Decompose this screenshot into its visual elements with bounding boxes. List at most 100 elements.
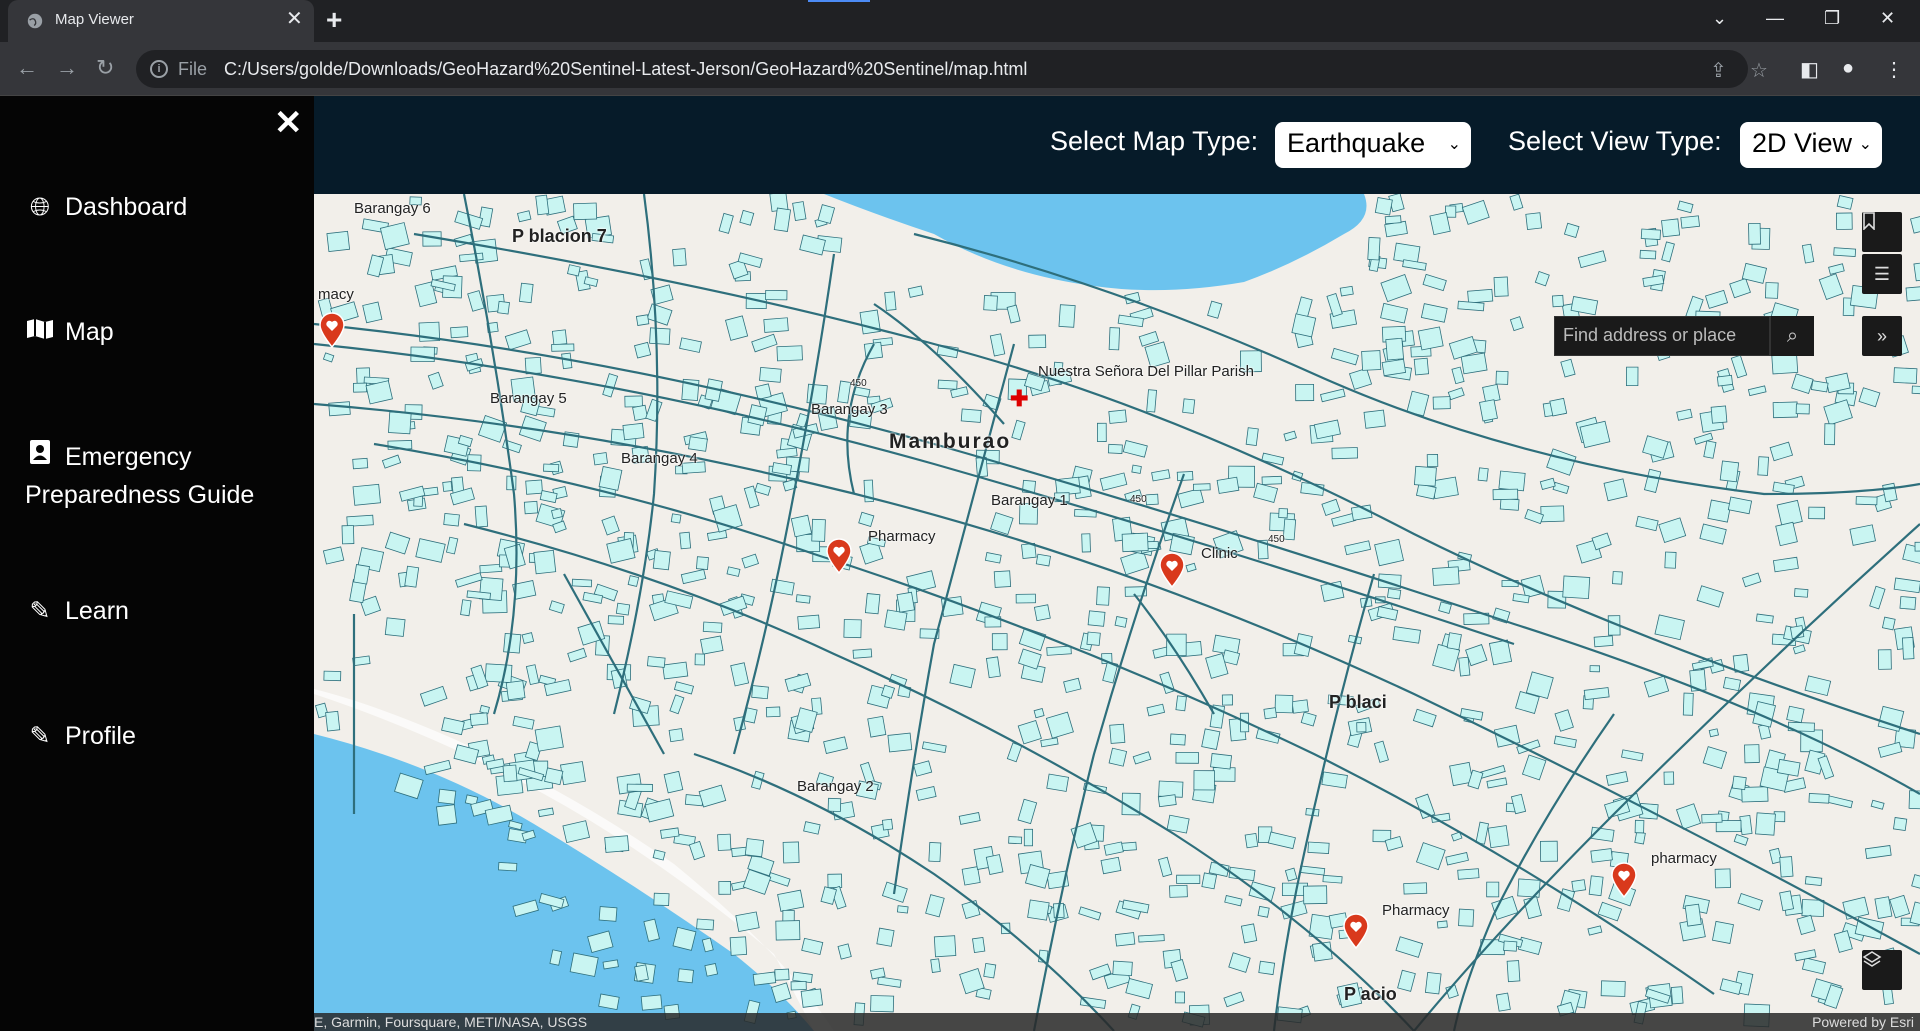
omnibox[interactable]: i File C:/Users/golde/Downloads/GeoHazar… bbox=[136, 50, 1768, 88]
building bbox=[823, 736, 848, 754]
sidebar-item-label: Dashboard bbox=[65, 193, 188, 221]
building bbox=[626, 783, 653, 792]
building bbox=[1018, 648, 1042, 670]
building bbox=[1244, 832, 1259, 849]
close-sidebar-icon[interactable]: ✕ bbox=[274, 106, 303, 140]
sidebar-item-label-line2[interactable]: Preparedness Guide bbox=[25, 476, 254, 514]
building bbox=[1793, 588, 1809, 598]
browser-tab-bar: Map Viewer ✕ + ⌄ — ❐ ✕ bbox=[0, 0, 1920, 42]
building bbox=[598, 466, 623, 491]
menu-kebab-icon[interactable]: ⋮ bbox=[1884, 57, 1904, 82]
building bbox=[876, 927, 895, 947]
building bbox=[884, 609, 908, 631]
building bbox=[1818, 273, 1844, 301]
info-icon[interactable]: i bbox=[150, 60, 168, 78]
building bbox=[884, 291, 897, 311]
pharmacy-pin-icon[interactable] bbox=[826, 538, 852, 574]
building bbox=[504, 329, 532, 351]
building bbox=[925, 894, 945, 918]
browser-tab[interactable]: Map Viewer ✕ bbox=[8, 0, 314, 42]
building bbox=[1842, 896, 1870, 920]
share-icon[interactable]: ⇪ bbox=[1710, 58, 1727, 83]
building bbox=[1356, 722, 1367, 733]
building bbox=[877, 976, 902, 988]
building bbox=[1826, 795, 1854, 809]
building bbox=[1429, 211, 1451, 236]
building bbox=[784, 672, 812, 692]
pharmacy-pin-icon[interactable] bbox=[319, 312, 345, 348]
map-view[interactable]: Barangay 6 P blacion 7 macy Barangay 5 B… bbox=[314, 194, 1920, 1031]
view-type-select[interactable]: 2D View ⌄ bbox=[1740, 122, 1882, 168]
building bbox=[1747, 385, 1767, 397]
sidebar-item-dashboard[interactable]: 🌐︎ Dashboard bbox=[25, 188, 187, 226]
search-icon[interactable]: ⌕ bbox=[1770, 316, 1814, 356]
forward-icon[interactable]: → bbox=[56, 56, 78, 80]
building bbox=[670, 513, 682, 524]
url-text[interactable]: C:/Users/golde/Downloads/GeoHazard%20Sen… bbox=[224, 59, 1027, 80]
clinic-pin-icon[interactable] bbox=[1159, 552, 1185, 588]
sidebar-item-emergency-guide[interactable]: Emergency bbox=[25, 438, 191, 476]
globe-icon: 🌐︎ bbox=[29, 193, 50, 221]
building bbox=[1733, 833, 1749, 846]
building bbox=[1387, 588, 1402, 600]
building bbox=[634, 341, 652, 359]
powered-by-esri[interactable]: Powered by Esri bbox=[1812, 1013, 1914, 1031]
building bbox=[1755, 613, 1774, 624]
sidebar-item-map[interactable]: Map bbox=[25, 313, 114, 351]
building bbox=[1192, 483, 1211, 491]
building bbox=[1775, 521, 1798, 547]
building bbox=[419, 685, 448, 707]
building bbox=[1392, 626, 1421, 644]
pharmacy-pin-icon[interactable] bbox=[1611, 862, 1637, 898]
church-icon[interactable]: ✚ bbox=[1010, 386, 1028, 412]
building bbox=[505, 680, 526, 701]
building bbox=[445, 536, 459, 555]
new-tab-icon[interactable]: + bbox=[326, 6, 342, 34]
building bbox=[573, 202, 598, 221]
bookmark-icon[interactable] bbox=[1862, 212, 1902, 252]
building bbox=[1078, 906, 1102, 921]
building bbox=[1563, 222, 1580, 239]
building bbox=[1663, 771, 1675, 785]
sidebar-item-label: Map bbox=[65, 318, 114, 346]
building bbox=[1011, 419, 1026, 441]
layers-icon[interactable] bbox=[1862, 950, 1902, 990]
building bbox=[1711, 920, 1734, 944]
side-panel-icon[interactable]: ◧ bbox=[1800, 57, 1819, 82]
restore-icon[interactable]: ❐ bbox=[1824, 8, 1840, 29]
building bbox=[1810, 380, 1829, 393]
list-icon[interactable]: ☰ bbox=[1862, 254, 1902, 294]
building bbox=[1035, 553, 1051, 567]
building bbox=[1539, 477, 1556, 491]
close-window-icon[interactable]: ✕ bbox=[1880, 8, 1895, 29]
building bbox=[896, 591, 915, 613]
close-tab-icon[interactable]: ✕ bbox=[286, 9, 303, 29]
building bbox=[627, 575, 640, 587]
building bbox=[1776, 499, 1803, 527]
building bbox=[958, 812, 981, 825]
file-label: File bbox=[178, 59, 208, 79]
building bbox=[790, 980, 807, 991]
building bbox=[1445, 851, 1469, 866]
minimize-icon[interactable]: — bbox=[1766, 8, 1784, 29]
pharmacy-pin-icon[interactable] bbox=[1343, 913, 1369, 949]
building bbox=[1525, 212, 1543, 230]
building bbox=[668, 728, 684, 743]
map-type-select[interactable]: Earthquake ⌄ bbox=[1275, 122, 1471, 168]
sidebar-item-learn[interactable]: ✎ Learn bbox=[25, 592, 129, 630]
road-shield: 450 bbox=[850, 378, 867, 389]
expand-double-chevron-icon[interactable]: » bbox=[1862, 316, 1902, 356]
building bbox=[859, 309, 881, 335]
building bbox=[1024, 864, 1051, 889]
profile-icon[interactable]: ● bbox=[1842, 57, 1854, 80]
sidebar-item-profile[interactable]: ✎ Profile bbox=[25, 717, 136, 755]
building bbox=[663, 770, 684, 794]
tab-search-chevron-icon[interactable]: ⌄ bbox=[1712, 8, 1727, 29]
bookmark-star-icon[interactable]: ☆ bbox=[1750, 58, 1768, 83]
building bbox=[1772, 401, 1798, 419]
back-icon[interactable]: ← bbox=[16, 56, 38, 80]
building bbox=[767, 872, 791, 887]
map-search-input[interactable]: Find address or place bbox=[1554, 316, 1770, 356]
building bbox=[672, 926, 697, 951]
reload-icon[interactable]: ↻ bbox=[96, 56, 114, 80]
